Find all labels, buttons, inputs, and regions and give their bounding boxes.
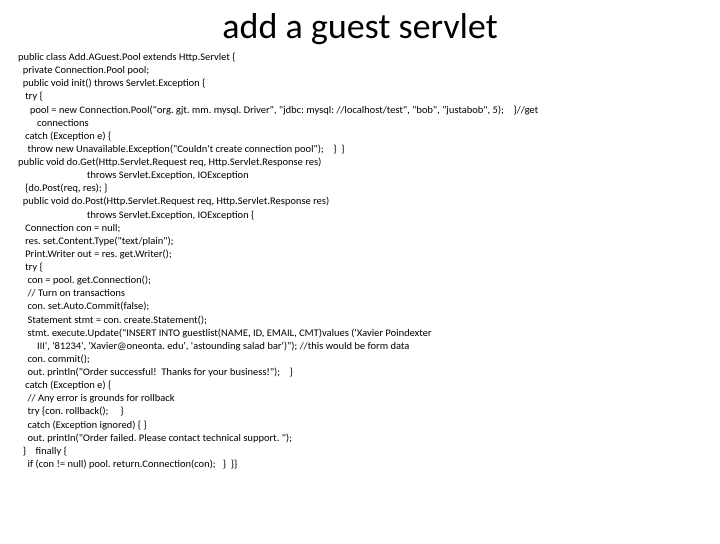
slide-title: add a guest servlet: [0, 4, 720, 48]
code-block: public class Add.AGuest.Pool extends Htt…: [0, 50, 720, 470]
